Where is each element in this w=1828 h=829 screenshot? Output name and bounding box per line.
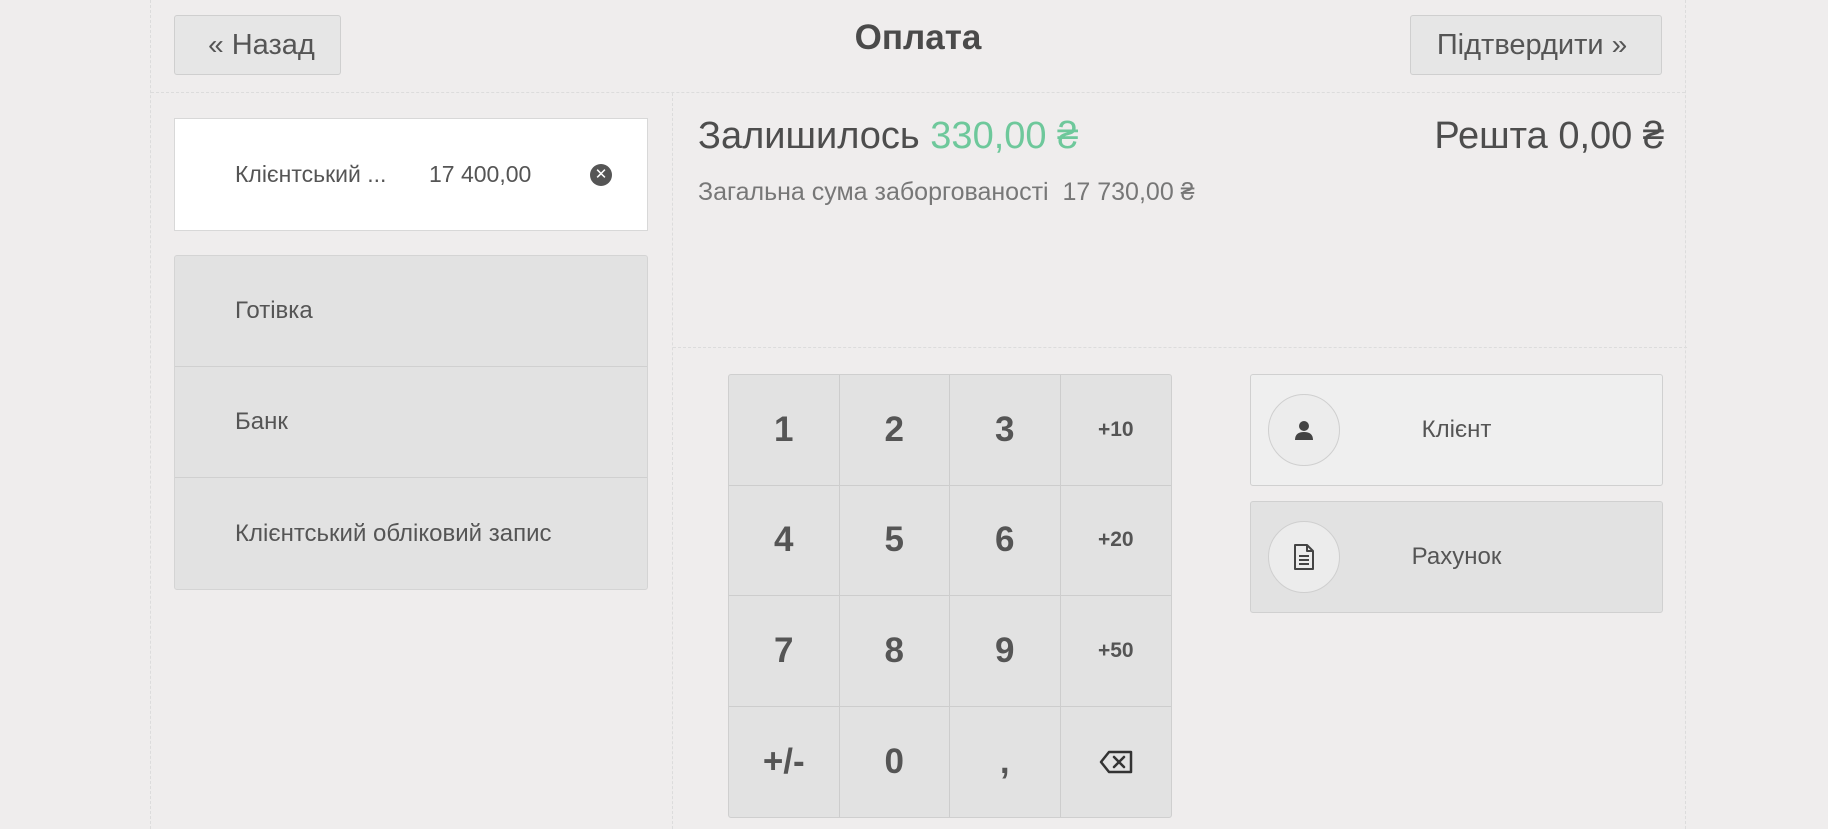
left-pane: Клієнтський ... 17 400,00 ✕ Готівка Банк… (151, 93, 673, 829)
payment-method-bank[interactable]: Банк (175, 367, 647, 478)
change-value: 0,00 ₴ (1558, 115, 1664, 157)
numpad-key-9[interactable]: 9 (950, 596, 1061, 707)
numpad-key-plus-10[interactable]: +10 (1060, 375, 1171, 486)
numpad: 1 2 3 +10 4 5 6 +20 7 8 9 +50 +/- 0 , (728, 374, 1172, 818)
payment-methods-list: Готівка Банк Клієнтський обліковий запис (174, 255, 648, 590)
payment-line-amount: 17 400,00 (429, 161, 532, 187)
payment-method-cash[interactable]: Готівка (175, 256, 647, 367)
numpad-key-7[interactable]: 7 (729, 596, 840, 707)
debt-value: 17 730,00 ₴ (1062, 178, 1195, 206)
numpad-key-5[interactable]: 5 (839, 485, 950, 596)
total-debt: Загальна сума заборгованості 17 730,00 ₴ (698, 178, 1195, 207)
numpad-key-plus-20[interactable]: +20 (1060, 486, 1171, 596)
change-label: Решта (1434, 115, 1548, 157)
payment-summary: Залишилось 330,00 ₴ Решта 0,00 ₴ Загальн… (673, 93, 1687, 348)
payment-line[interactable]: Клієнтський ... 17 400,00 ✕ (174, 118, 648, 231)
numpad-key-4[interactable]: 4 (729, 485, 840, 596)
confirm-label: Підтвердити (1436, 28, 1604, 61)
numpad-key-3[interactable]: 3 (950, 375, 1061, 486)
numpad-key-sign[interactable]: +/- (729, 706, 840, 817)
user-icon (1268, 394, 1340, 466)
confirm-button[interactable]: Підтвердити » (1410, 15, 1662, 75)
numpad-key-2[interactable]: 2 (839, 375, 950, 486)
remaining-value: 330,00 ₴ (930, 115, 1079, 157)
change-amount: Решта 0,00 ₴ (1434, 115, 1664, 158)
remove-payment-line-icon[interactable]: ✕ (590, 163, 612, 186)
customer-button[interactable]: Клієнт (1250, 374, 1663, 486)
numpad-key-8[interactable]: 8 (839, 596, 950, 707)
payment-method-customer-account[interactable]: Клієнтський обліковий запис (175, 478, 647, 589)
numpad-key-0[interactable]: 0 (840, 706, 950, 817)
remaining-label: Залишилось (698, 115, 920, 157)
remaining-amount: Залишилось 330,00 ₴ (698, 115, 1078, 158)
numpad-key-6[interactable]: 6 (950, 485, 1061, 596)
invoice-button[interactable]: Рахунок (1250, 501, 1663, 613)
document-icon (1268, 521, 1340, 593)
numpad-key-plus-50[interactable]: +50 (1060, 596, 1171, 707)
backspace-icon (1099, 750, 1132, 773)
debt-label: Загальна сума заборгованості (698, 178, 1049, 206)
back-label: Назад (231, 28, 315, 61)
numpad-key-backspace[interactable] (1061, 707, 1172, 818)
right-pane: Залишилось 330,00 ₴ Решта 0,00 ₴ Загальн… (673, 93, 1687, 829)
double-chevron-right-icon: » (1611, 29, 1628, 60)
payment-line-method: Клієнтський ... (235, 161, 387, 187)
double-chevron-left-icon: « (208, 29, 224, 60)
payment-screen: « Назад Оплата Підтвердити » Клієнтський… (150, 0, 1687, 829)
back-button[interactable]: « Назад (174, 15, 341, 75)
top-bar: « Назад Оплата Підтвердити » (151, 0, 1685, 93)
numpad-key-1[interactable]: 1 (729, 375, 840, 486)
numpad-key-decimal[interactable]: , (950, 706, 1061, 817)
